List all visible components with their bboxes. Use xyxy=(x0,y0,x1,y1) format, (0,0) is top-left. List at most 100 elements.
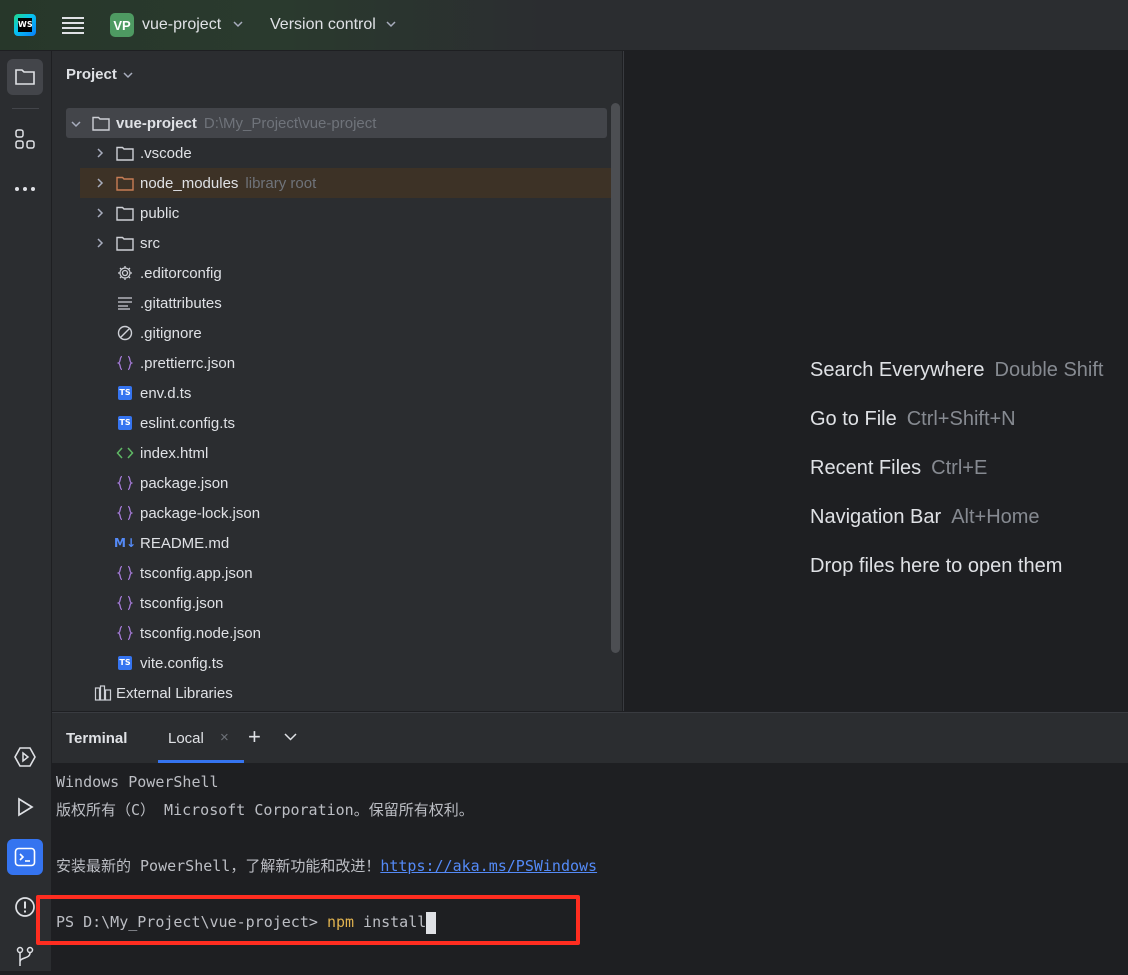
tree-item-file[interactable]: tsconfig.app.json xyxy=(52,558,620,588)
tree-item-external-libraries[interactable]: External Libraries xyxy=(52,678,620,708)
tree-item-label: node_modules library root xyxy=(140,174,317,192)
tree-item-file[interactable]: .prettierrc.json xyxy=(52,348,620,378)
tree-item-file[interactable]: .editorconfig xyxy=(52,258,620,288)
highlight-box xyxy=(36,895,580,945)
powershell-link[interactable]: https://aka.ms/PSWindows xyxy=(380,857,597,875)
tree-item-file[interactable]: package.json xyxy=(52,468,620,498)
tree-item-file[interactable]: TS eslint.config.ts xyxy=(52,408,620,438)
hint-recent-files: Recent Files Ctrl+E xyxy=(810,457,988,479)
terminal-line: 版权所有（C） Microsoft Corporation。保留所有权利。 xyxy=(56,801,474,819)
tree-item-root[interactable]: vue-project D:\My_Project\vue-project xyxy=(66,108,607,138)
project-panel-header[interactable]: Project xyxy=(66,66,133,83)
version-control-menu[interactable]: Version control xyxy=(270,0,396,50)
chevron-right-icon[interactable] xyxy=(94,206,106,221)
tree-item-library-root[interactable]: node_modules library root xyxy=(80,168,620,198)
folder-icon xyxy=(92,114,110,132)
project-panel-title: Project xyxy=(66,66,117,83)
terminal-tab-bar: Terminal Local × + xyxy=(52,713,1128,763)
project-scrollbar[interactable] xyxy=(611,103,620,653)
chevron-right-icon[interactable] xyxy=(94,236,106,251)
terminal-title: Terminal xyxy=(66,730,128,747)
typescript-icon: TS xyxy=(116,654,134,672)
tree-item-label: .gitattributes xyxy=(140,294,222,312)
terminal-line: Windows PowerShell xyxy=(56,773,219,791)
active-tab-indicator xyxy=(158,760,244,763)
tree-item-label: .editorconfig xyxy=(140,264,222,282)
tree-item-file[interactable]: tsconfig.json xyxy=(52,588,620,618)
tree-item-file[interactable]: .gitattributes xyxy=(52,288,620,318)
tree-item-label: vite.config.ts xyxy=(140,654,224,672)
chevron-right-icon[interactable] xyxy=(94,176,106,191)
app-logo-icon[interactable]: WS xyxy=(14,0,38,50)
main-menu-icon[interactable] xyxy=(62,0,84,50)
more-tools-icon[interactable] xyxy=(7,171,43,207)
tree-item-label: eslint.config.ts xyxy=(140,414,236,432)
tree-item-label: README.md xyxy=(140,534,230,552)
chevron-right-icon[interactable] xyxy=(94,146,106,161)
project-badge: VP xyxy=(110,13,134,37)
typescript-icon: TS xyxy=(116,414,134,432)
project-selector[interactable]: VP vue-project xyxy=(110,0,243,50)
terminal-line: 安装最新的 PowerShell，了解新功能和改进！https://aka.ms… xyxy=(56,857,598,875)
run-icon[interactable] xyxy=(7,789,43,825)
version-control-label: Version control xyxy=(270,16,376,33)
tree-item-file[interactable]: package-lock.json xyxy=(52,498,620,528)
tree-item-file[interactable]: .gitignore xyxy=(52,318,620,348)
tree-item-file[interactable]: TS env.d.ts xyxy=(52,378,620,408)
tree-item-file[interactable]: TS vite.config.ts xyxy=(52,648,620,678)
tool-window-bar xyxy=(0,51,52,971)
tree-item-file[interactable]: M↓ README.md xyxy=(52,528,620,558)
tree-item-folder[interactable]: public xyxy=(52,198,620,228)
tree-item-label: env.d.ts xyxy=(140,384,192,402)
json-icon xyxy=(116,564,134,582)
add-tab-icon[interactable]: + xyxy=(248,724,261,750)
chevron-down-icon[interactable] xyxy=(70,116,82,131)
tree-item-folder[interactable]: src xyxy=(52,228,620,258)
json-icon xyxy=(116,474,134,492)
tree-item-label: tsconfig.node.json xyxy=(140,624,261,642)
toolbar-divider xyxy=(12,108,39,109)
library-folder-icon xyxy=(116,174,134,192)
editor-empty-area: Search Everywhere Double Shift Go to File… xyxy=(623,51,1128,711)
json-icon xyxy=(116,354,134,372)
chevron-down-icon xyxy=(386,19,396,31)
json-icon xyxy=(116,504,134,522)
services-icon[interactable] xyxy=(7,739,43,775)
tree-item-label: public xyxy=(140,204,180,222)
project-name: vue-project xyxy=(142,16,222,33)
tree-item-label: tsconfig.app.json xyxy=(140,564,253,582)
tree-item-label: .prettierrc.json xyxy=(140,354,236,372)
project-folder-icon[interactable] xyxy=(7,59,43,95)
folder-icon xyxy=(116,204,134,222)
tree-item-label: package-lock.json xyxy=(140,504,261,522)
chevron-down-icon xyxy=(233,19,243,31)
chevron-down-icon[interactable] xyxy=(284,729,297,744)
json-icon xyxy=(116,594,134,612)
libraries-icon xyxy=(94,684,112,702)
tab-local[interactable]: Local × xyxy=(158,713,244,763)
tree-item-folder[interactable]: .vscode xyxy=(52,138,620,168)
close-icon[interactable]: × xyxy=(220,729,229,746)
chevron-down-icon xyxy=(123,66,133,83)
hint-drop-files: Drop files here to open them xyxy=(810,555,1063,577)
hint-navigation-bar: Navigation Bar Alt+Home xyxy=(810,506,1040,528)
gear-icon xyxy=(116,264,134,282)
tree-item-label: src xyxy=(140,234,160,252)
terminal-icon[interactable] xyxy=(7,839,43,875)
tree-item-file[interactable]: index.html xyxy=(52,438,620,468)
tree-item-label: vue-project D:\My_Project\vue-project xyxy=(116,114,377,132)
title-bar: WS VP vue-project Version control xyxy=(0,0,1128,51)
typescript-icon: TS xyxy=(116,384,134,402)
tree-item-label: index.html xyxy=(140,444,209,462)
tab-label: Local xyxy=(168,730,204,747)
hint-go-to-file: Go to File Ctrl+Shift+N xyxy=(810,408,1016,430)
folder-icon xyxy=(116,234,134,252)
project-tool-window: Project vue-project D:\My_Project\vue-pro… xyxy=(52,51,622,711)
tree-item-label: External Libraries xyxy=(116,684,233,702)
hint-search-everywhere: Search Everywhere Double Shift xyxy=(810,359,1104,381)
folder-icon xyxy=(116,144,134,162)
structure-icon[interactable] xyxy=(7,121,43,157)
tree-item-file[interactable]: tsconfig.node.json xyxy=(52,618,620,648)
tree-item-label: .vscode xyxy=(140,144,192,162)
